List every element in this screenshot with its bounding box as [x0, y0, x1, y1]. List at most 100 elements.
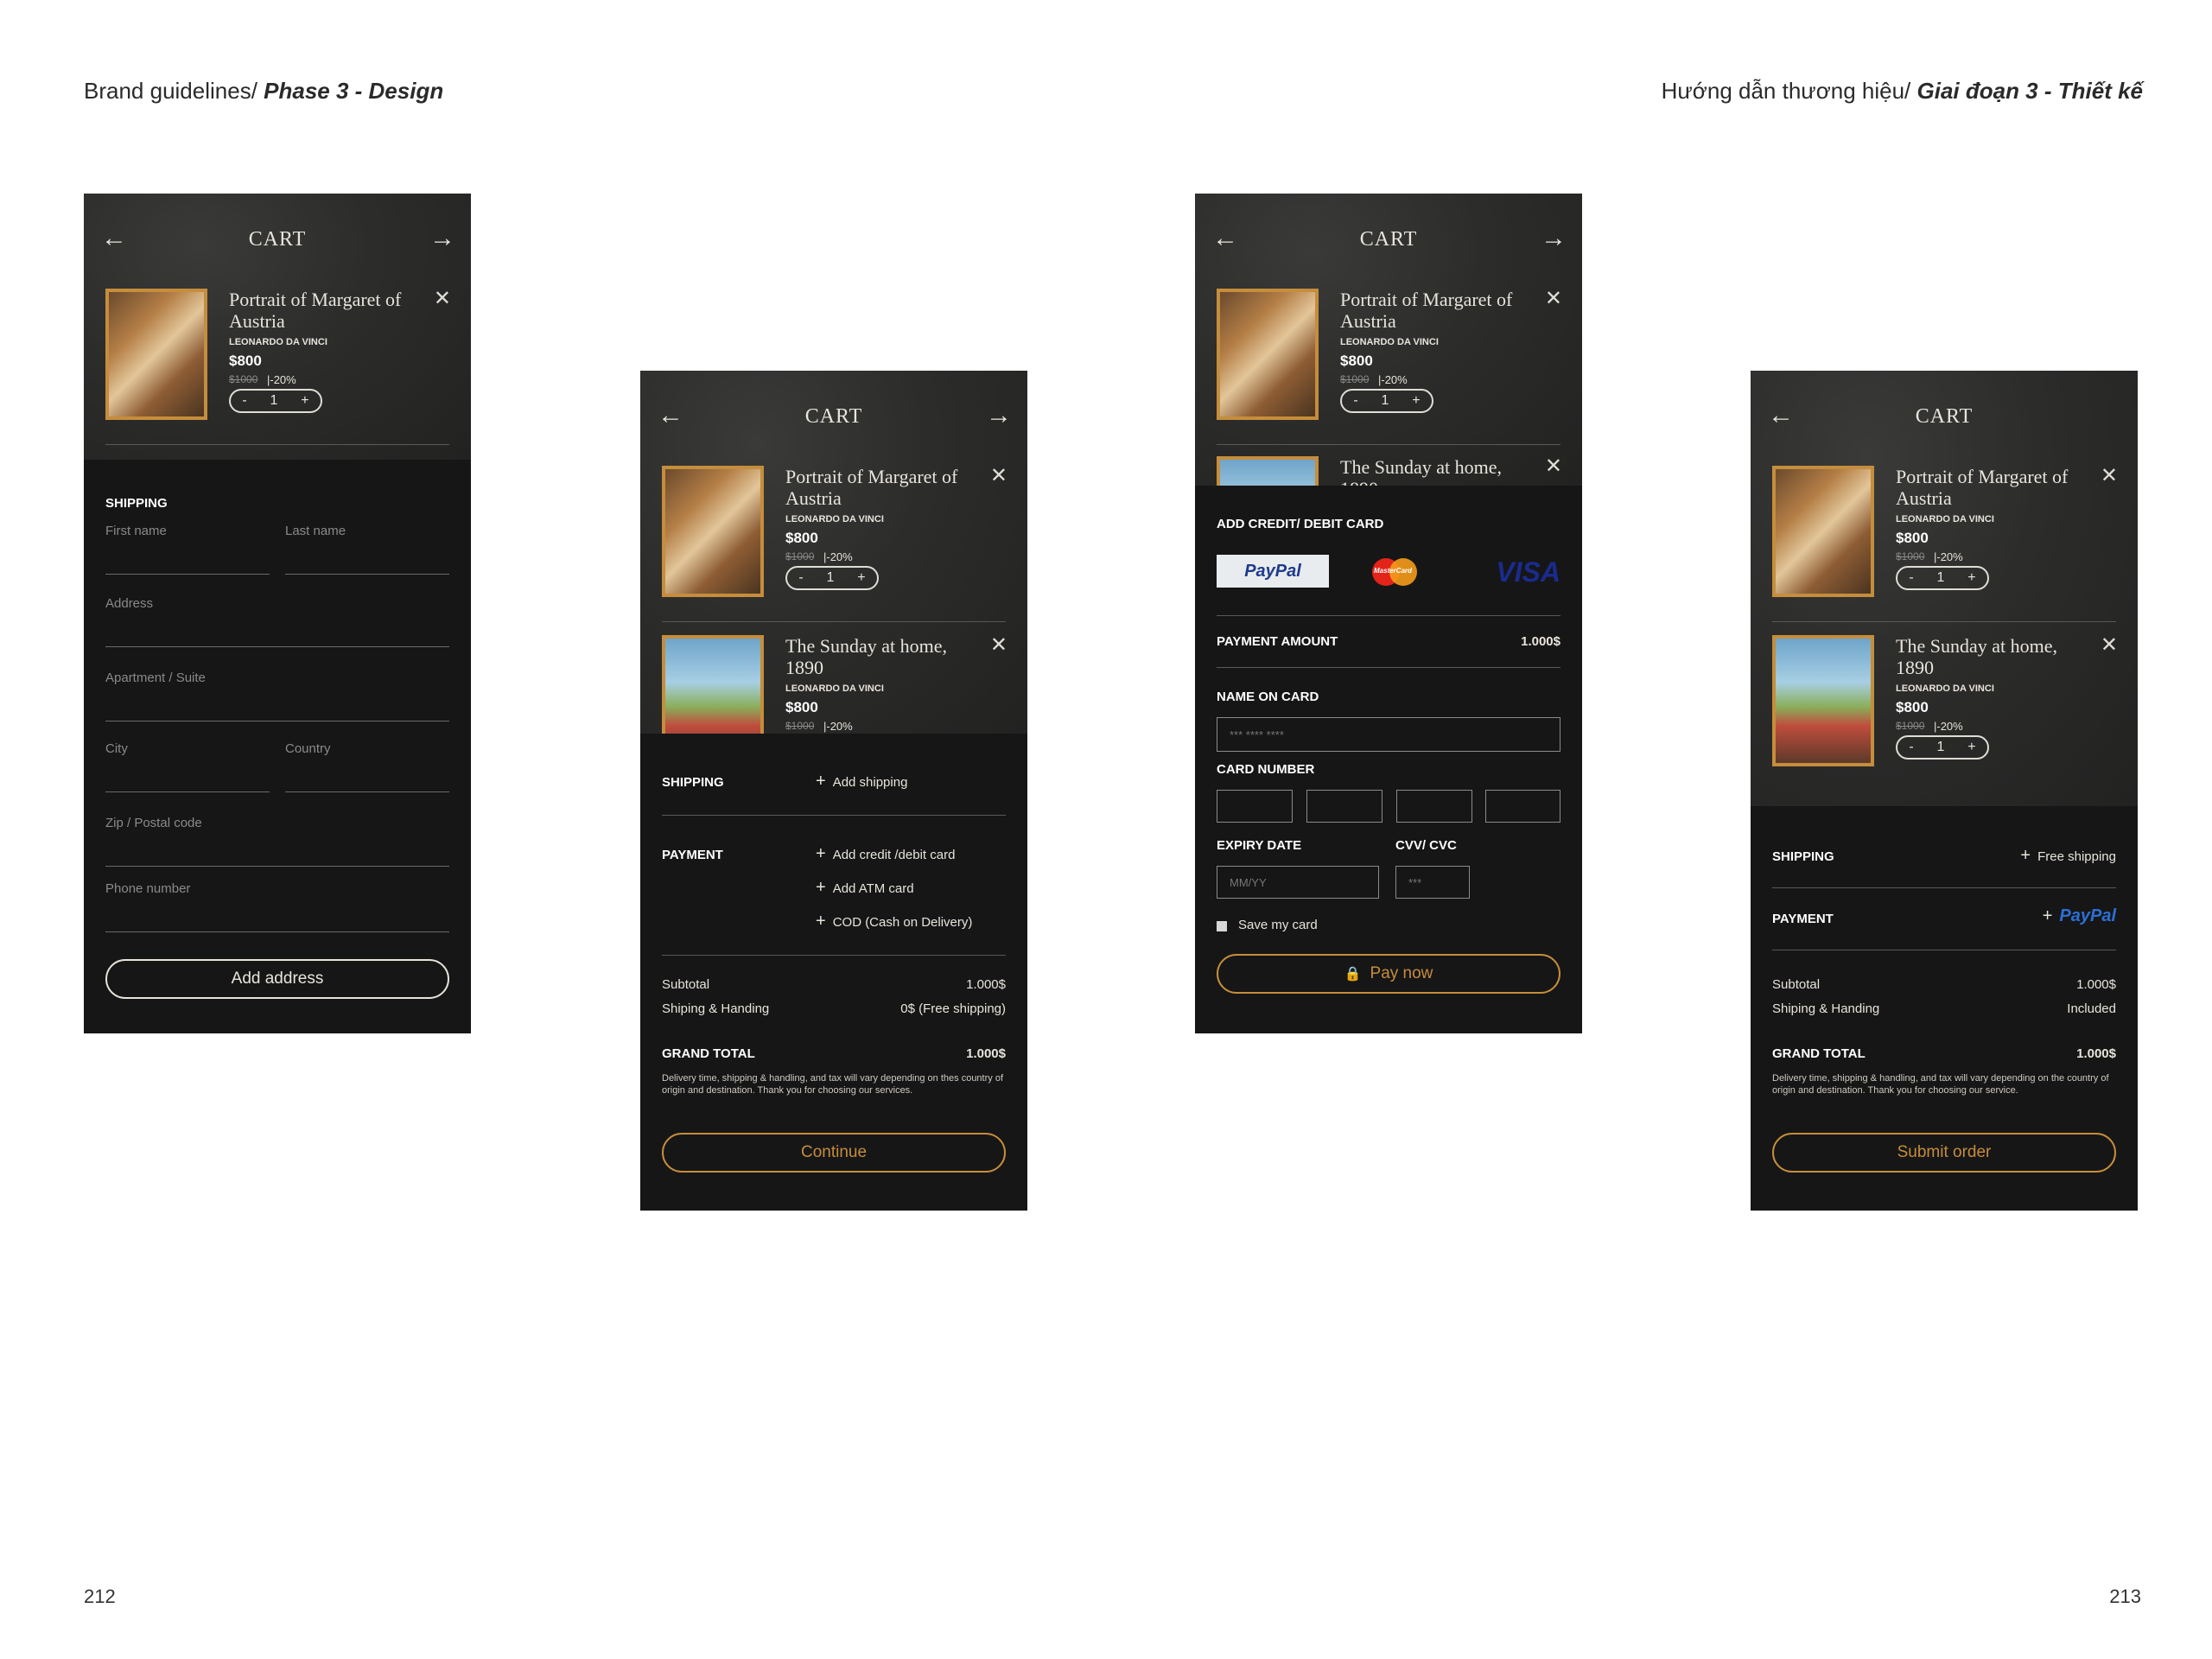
zip-field[interactable]: Zip / Postal code — [105, 816, 202, 830]
field-underline — [285, 791, 449, 792]
close-icon[interactable]: ✕ — [1545, 456, 1562, 477]
quantity-value: 1 — [1936, 570, 1945, 585]
card-number-input[interactable] — [1306, 790, 1382, 823]
header-prefix-vi: Hướng dẫn thương hiệu/ — [1661, 78, 1917, 104]
paypal-selected[interactable]: + PayPal — [2043, 906, 2116, 926]
name-on-card-input[interactable]: *** **** **** — [1217, 717, 1560, 752]
divider — [105, 444, 449, 445]
close-icon[interactable]: ✕ — [2101, 635, 2118, 656]
last-name-field[interactable]: Last name — [285, 524, 346, 538]
header-phase: Phase 3 - Design — [264, 78, 444, 104]
item-discount: |-20% — [823, 550, 853, 563]
apartment-field[interactable]: Apartment / Suite — [105, 671, 206, 685]
payment-amount-value: 1.000$ — [1521, 634, 1560, 649]
arrow-right-icon[interactable]: → — [1541, 226, 1567, 251]
quantity-stepper[interactable]: - 1 + — [785, 566, 879, 590]
quantity-stepper[interactable]: - 1 + — [1896, 735, 1989, 760]
page-number-left: 212 — [84, 1586, 116, 1607]
payment-label: PAYMENT — [1772, 912, 1834, 926]
quantity-stepper[interactable]: - 1 + — [229, 389, 322, 413]
grand-total-label: GRAND TOTAL — [1772, 1046, 1866, 1061]
pay-now-button[interactable]: 🔒 Pay now — [1217, 954, 1560, 994]
card-number-input[interactable] — [1396, 790, 1472, 823]
save-card-label: Save my card — [1238, 918, 1318, 932]
mastercard-label: MasterCard — [1374, 567, 1413, 575]
header-phase-vi: Giai đoạn 3 - Thiết kế — [1916, 78, 2144, 104]
increase-button[interactable]: + — [1967, 740, 1975, 755]
item-artist: LEONARDO DA VINCI — [1340, 337, 1439, 347]
decrease-button[interactable]: - — [242, 393, 246, 409]
divider — [1217, 615, 1560, 616]
decrease-button[interactable]: - — [1909, 570, 1913, 586]
item-discount: |-20% — [823, 720, 853, 733]
arrow-right-icon[interactable]: → — [986, 403, 1012, 429]
artwork-thumbnail — [1772, 635, 1874, 766]
close-icon[interactable]: ✕ — [990, 466, 1007, 486]
increase-button[interactable]: + — [1967, 570, 1975, 586]
item-title: Portrait of Margaret of Austria — [785, 466, 958, 509]
close-icon[interactable]: ✕ — [2101, 466, 2118, 486]
artwork-thumbnail — [662, 466, 764, 597]
first-name-field[interactable]: First name — [105, 524, 167, 538]
artwork-thumbnail — [1217, 289, 1319, 420]
free-shipping-label: Free shipping — [2037, 849, 2116, 864]
close-icon[interactable]: ✕ — [1545, 289, 1562, 309]
quantity-stepper[interactable]: - 1 + — [1340, 389, 1433, 413]
field-underline — [105, 791, 270, 792]
close-icon[interactable]: ✕ — [990, 635, 1007, 656]
divider — [662, 955, 1006, 956]
shipping-handling-label: Shiping & Handing — [662, 1001, 770, 1016]
country-field[interactable]: Country — [285, 741, 331, 756]
payment-option-label: Add ATM card — [832, 881, 914, 896]
card-form-panel: ADD CREDIT/ DEBIT CARD PayPal MasterCard… — [1195, 486, 1582, 1033]
continue-button[interactable]: Continue — [662, 1133, 1006, 1173]
decrease-button[interactable]: - — [1353, 393, 1357, 409]
increase-button[interactable]: + — [301, 393, 308, 409]
close-icon[interactable]: ✕ — [434, 289, 451, 309]
mastercard-option[interactable]: MasterCard — [1372, 558, 1419, 586]
decrease-button[interactable]: - — [798, 570, 803, 586]
decrease-button[interactable]: - — [1909, 740, 1913, 755]
arrow-right-icon[interactable]: → — [429, 226, 455, 251]
cart-header-panel: ← CART → Portrait of Margaret of Austria… — [84, 194, 471, 460]
cod-button[interactable]: + COD (Cash on Delivery) — [816, 912, 972, 931]
plus-icon: + — [816, 844, 826, 863]
delivery-note: Delivery time, shipping & handling, and … — [1772, 1073, 2109, 1096]
add-atm-button[interactable]: + Add ATM card — [816, 878, 914, 898]
increase-button[interactable]: + — [857, 570, 865, 586]
add-shipping-button[interactable]: + Add shipping — [816, 772, 907, 791]
increase-button[interactable]: + — [1412, 393, 1420, 409]
order-summary-panel: SHIPPING + Free shipping PAYMENT + PayPal … — [1751, 806, 2138, 1211]
item-price: $800 — [785, 530, 818, 546]
plus-icon: + — [816, 912, 826, 931]
shipping-label: SHIPPING — [1772, 849, 1834, 864]
item-price: $800 — [1340, 353, 1373, 369]
quantity-stepper[interactable]: - 1 + — [1896, 566, 1989, 590]
card-number-input[interactable] — [1217, 790, 1293, 823]
free-shipping-option[interactable]: + Free shipping — [2020, 846, 2116, 866]
artwork-thumbnail — [1217, 456, 1319, 486]
save-card-checkbox[interactable] — [1217, 921, 1227, 931]
address-field[interactable]: Address — [105, 596, 153, 611]
subtotal-label: Subtotal — [662, 977, 710, 992]
city-field[interactable]: City — [105, 741, 128, 756]
quantity-value: 1 — [826, 570, 835, 585]
item-artist: LEONARDO DA VINCI — [785, 514, 884, 524]
cvv-input[interactable]: *** — [1395, 866, 1470, 899]
payment-option-label: COD (Cash on Delivery) — [832, 915, 973, 930]
phone-field[interactable]: Phone number — [105, 881, 190, 896]
add-shipping-label: Add shipping — [832, 775, 908, 790]
shipping-label: SHIPPING — [662, 775, 724, 790]
add-card-button[interactable]: + Add credit /debit card — [816, 844, 955, 864]
add-address-button[interactable]: Add address — [105, 959, 449, 999]
paypal-logo: PayPal — [2059, 906, 2116, 925]
item-old-price: $1000 — [1896, 550, 1925, 563]
paypal-option[interactable]: PayPal — [1217, 555, 1329, 588]
submit-order-button[interactable]: Submit order — [1772, 1133, 2116, 1173]
expiry-input[interactable]: MM/YY — [1217, 866, 1379, 899]
cart-title: CART — [1915, 405, 1974, 428]
visa-option[interactable]: VISA — [1496, 556, 1560, 588]
card-number-input[interactable] — [1485, 790, 1560, 823]
subtotal-value: 1.000$ — [966, 977, 1006, 992]
cart-title: CART — [804, 405, 863, 428]
